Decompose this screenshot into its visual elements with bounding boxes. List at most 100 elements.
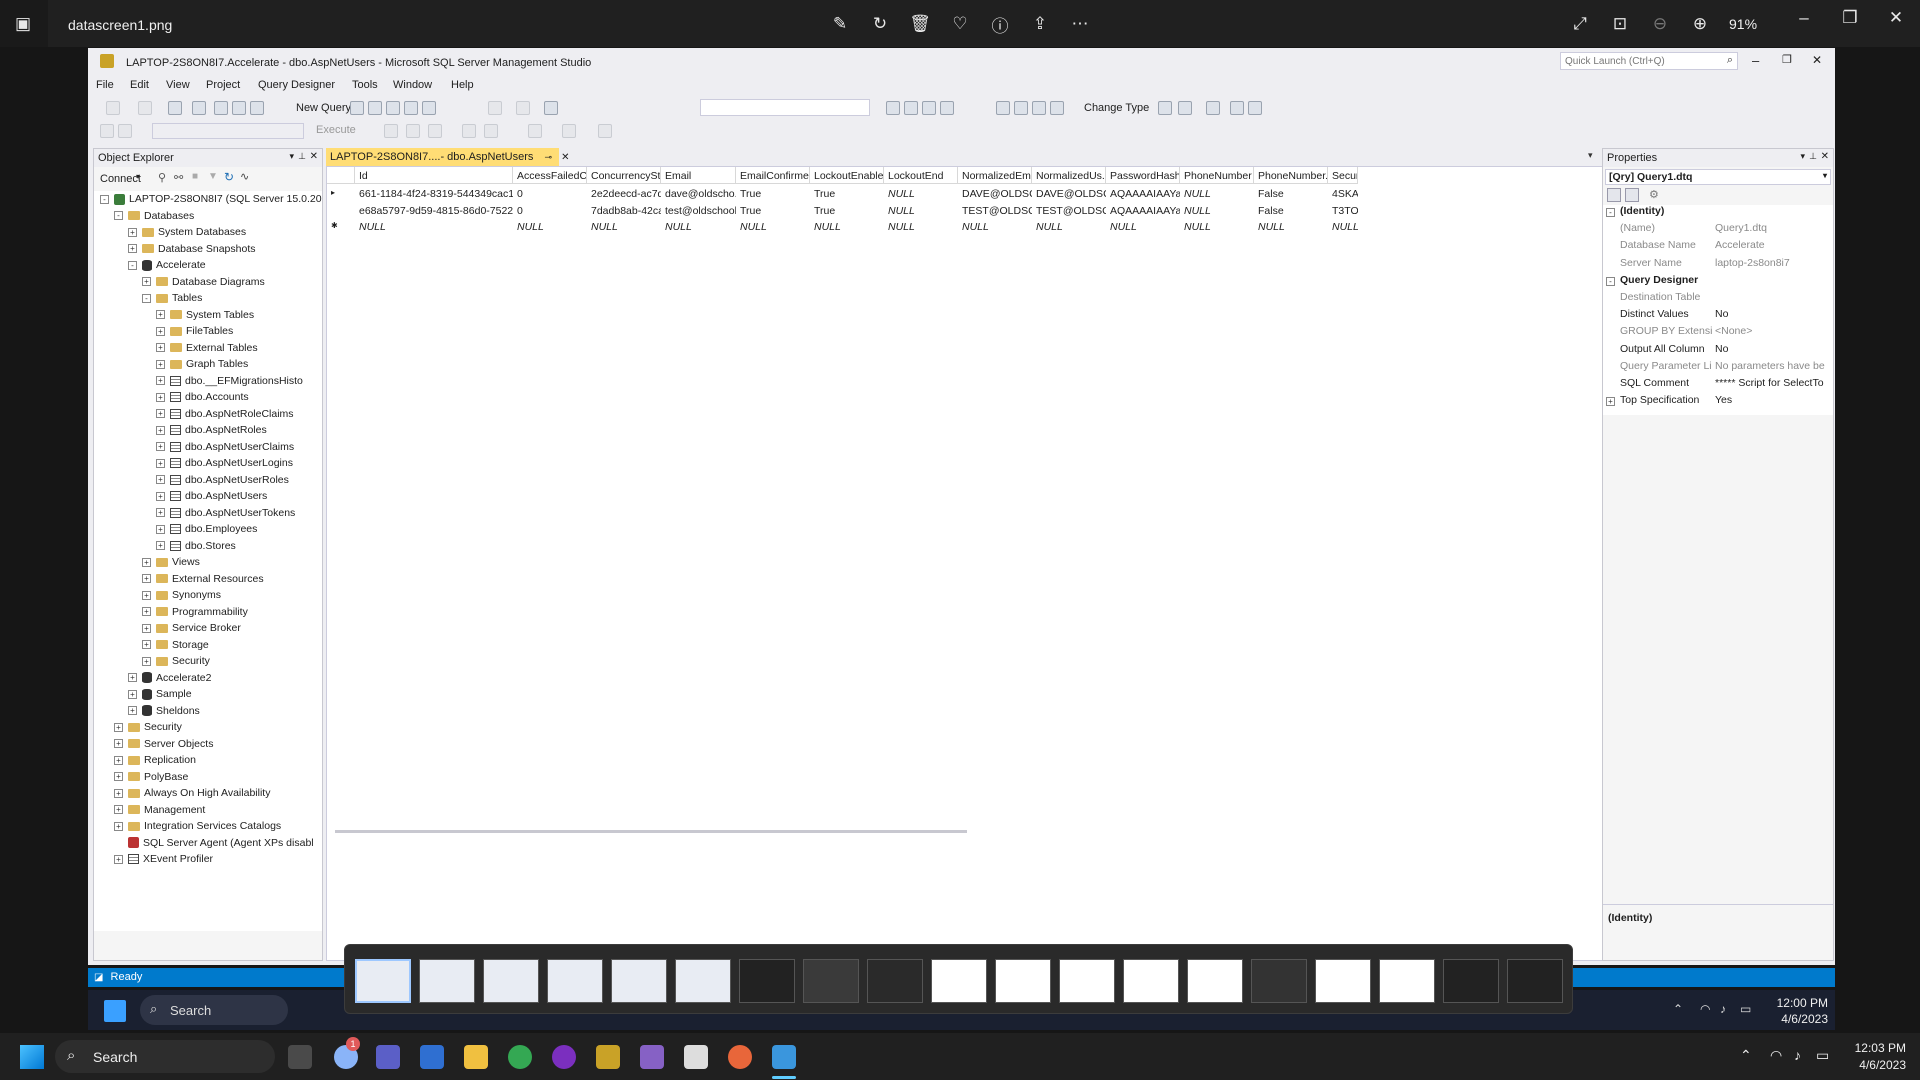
taskbar-search-box[interactable]: ⌕ Search: [55, 1040, 275, 1073]
expand-icon[interactable]: +: [142, 607, 151, 616]
grid-cell[interactable]: NULL: [513, 218, 587, 234]
section-toggle-icon[interactable]: +: [1606, 397, 1615, 407]
tree-node[interactable]: + Graph Tables: [156, 356, 248, 372]
column-header[interactable]: PasswordHash: [1106, 167, 1180, 184]
grid-cell[interactable]: False: [1254, 185, 1328, 201]
expand-icon[interactable]: +: [114, 854, 123, 864]
expand-icon[interactable]: +: [128, 227, 137, 237]
row-marker-icon[interactable]: ✱: [327, 218, 355, 234]
expand-icon[interactable]: +: [128, 706, 137, 715]
grid-cell[interactable]: NULL: [958, 218, 1032, 234]
column-header[interactable]: NormalizedEm...: [958, 167, 1032, 184]
column-header[interactable]: LockoutEnabled: [810, 167, 884, 184]
maximize-icon[interactable]: ❐: [1836, 4, 1864, 32]
activity-icon[interactable]: ∿: [240, 170, 249, 183]
tree-node[interactable]: + Accelerate2: [128, 670, 211, 686]
tree-node[interactable]: + Service Broker: [142, 620, 241, 636]
grid-cell[interactable]: T3TORS: [1328, 202, 1358, 218]
show-results-icon[interactable]: [1050, 101, 1064, 115]
section-toggle-icon[interactable]: -: [1606, 276, 1615, 286]
db-engine-query-icon[interactable]: [350, 101, 364, 115]
grid-cell[interactable]: TEST@OLDSCH...: [958, 202, 1032, 218]
grid-cell[interactable]: NULL: [736, 218, 810, 234]
database-dropdown[interactable]: [152, 123, 304, 139]
grid-cell[interactable]: NULL: [1106, 218, 1180, 234]
show-diagram-icon[interactable]: [996, 101, 1010, 115]
filmstrip-thumbnail[interactable]: [547, 959, 603, 1003]
results-to-grid-icon[interactable]: [484, 124, 498, 138]
grid-cell[interactable]: NULL: [884, 202, 958, 218]
properties-object-selector[interactable]: [Qry] Query1.dtq ▾: [1605, 169, 1831, 185]
tree-node[interactable]: + Replication: [114, 752, 196, 768]
back-icon[interactable]: [106, 101, 120, 115]
expand-icon[interactable]: +: [142, 623, 151, 633]
column-header[interactable]: ConcurrencySt...: [587, 167, 661, 184]
grid-cell[interactable]: DAVE@OLDSC...: [1032, 185, 1106, 201]
filmstrip-thumbnail[interactable]: [995, 959, 1051, 1003]
collapse-icon[interactable]: -: [128, 260, 137, 270]
properties-pin-icon[interactable]: ⊥: [1809, 151, 1817, 162]
expand-icon[interactable]: +: [156, 442, 165, 451]
expand-icon[interactable]: +: [142, 277, 151, 286]
tree-node[interactable]: - Tables: [142, 290, 202, 306]
grid-cell[interactable]: e68a5797-9d59-4815-86d0-7522cc53...: [355, 202, 513, 218]
expand-icon[interactable]: +: [128, 673, 137, 682]
new-derived-table-icon[interactable]: [1248, 101, 1262, 115]
expand-icon[interactable]: +: [156, 343, 165, 352]
filmstrip-thumbnail[interactable]: [1379, 959, 1435, 1003]
zoom-in-icon[interactable]: ⊕: [1686, 10, 1714, 38]
tree-node[interactable]: - Accelerate: [128, 257, 206, 273]
grid-cell[interactable]: dave@oldscho...: [661, 185, 736, 201]
filmstrip-thumbnail[interactable]: [739, 959, 795, 1003]
tree-node[interactable]: + Views: [142, 554, 200, 570]
filmstrip-thumbnail[interactable]: [1443, 959, 1499, 1003]
tree-node[interactable]: + Server Objects: [114, 736, 213, 752]
dmx-query-icon[interactable]: [386, 101, 400, 115]
column-header[interactable]: PhoneNumber...: [1254, 167, 1328, 184]
tree-node[interactable]: + dbo.AspNetUserRoles: [156, 472, 289, 488]
verify-sql-icon[interactable]: [1178, 101, 1192, 115]
menu-tools[interactable]: Tools: [352, 79, 378, 91]
property-section[interactable]: + Top Specification Yes: [1603, 394, 1833, 411]
tree-node[interactable]: + Database Snapshots: [128, 241, 255, 257]
grid-cell[interactable]: NULL: [884, 185, 958, 201]
photos-taskbar-icon[interactable]: [772, 1045, 796, 1069]
menu-view[interactable]: View: [166, 79, 190, 91]
tree-node[interactable]: + Always On High Availability: [114, 785, 270, 801]
expand-icon[interactable]: +: [114, 722, 123, 732]
grid-cell[interactable]: NULL: [884, 218, 958, 234]
ssms-restore-icon[interactable]: ❐: [1782, 53, 1792, 66]
connect-dropdown-icon[interactable]: ▾: [136, 172, 140, 181]
tree-node[interactable]: + dbo.AspNetUserLogins: [156, 455, 293, 471]
menu-file[interactable]: File: [96, 79, 114, 91]
object-explorer-icon[interactable]: [886, 101, 900, 115]
panel-menu-icon[interactable]: ▾: [289, 151, 294, 162]
column-header[interactable]: Securit: [1328, 167, 1358, 184]
toolbox-icon[interactable]: [922, 101, 936, 115]
change-type-button[interactable]: Change Type: [1084, 102, 1149, 114]
connect-button[interactable]: Connect: [100, 173, 141, 185]
expand-icon[interactable]: +: [156, 508, 165, 517]
expand-icon[interactable]: +: [142, 557, 151, 567]
column-header[interactable]: Id: [355, 167, 513, 184]
grid-cell[interactable]: NULL: [1180, 202, 1254, 218]
grid-cell[interactable]: True: [810, 202, 884, 218]
run-icon[interactable]: [1158, 101, 1172, 115]
change-connection-icon[interactable]: [118, 124, 132, 138]
tree-node[interactable]: + FileTables: [156, 323, 233, 339]
grid-cell[interactable]: AQAAAAIAAYa...: [1106, 185, 1180, 201]
filmstrip-thumbnail[interactable]: [419, 959, 475, 1003]
alphabetical-icon[interactable]: [1625, 188, 1639, 202]
share-icon[interactable]: ⇪: [1026, 10, 1054, 38]
mdx-query-icon[interactable]: [368, 101, 382, 115]
grid-cell[interactable]: 661-1184-4f24-8319-544349cac13: [355, 185, 513, 201]
expand-icon[interactable]: +: [156, 376, 165, 385]
file-explorer-icon[interactable]: [464, 1045, 488, 1069]
favorite-icon[interactable]: ♡: [946, 10, 974, 38]
row-marker-icon[interactable]: ▸: [327, 185, 355, 201]
pin-icon[interactable]: ⊥: [298, 151, 306, 162]
tree-node[interactable]: + Synonyms: [142, 587, 221, 603]
tree-node[interactable]: + dbo.__EFMigrationsHisto: [156, 373, 303, 389]
tree-node[interactable]: + Security: [114, 719, 182, 735]
add-table-icon[interactable]: [1230, 101, 1244, 115]
